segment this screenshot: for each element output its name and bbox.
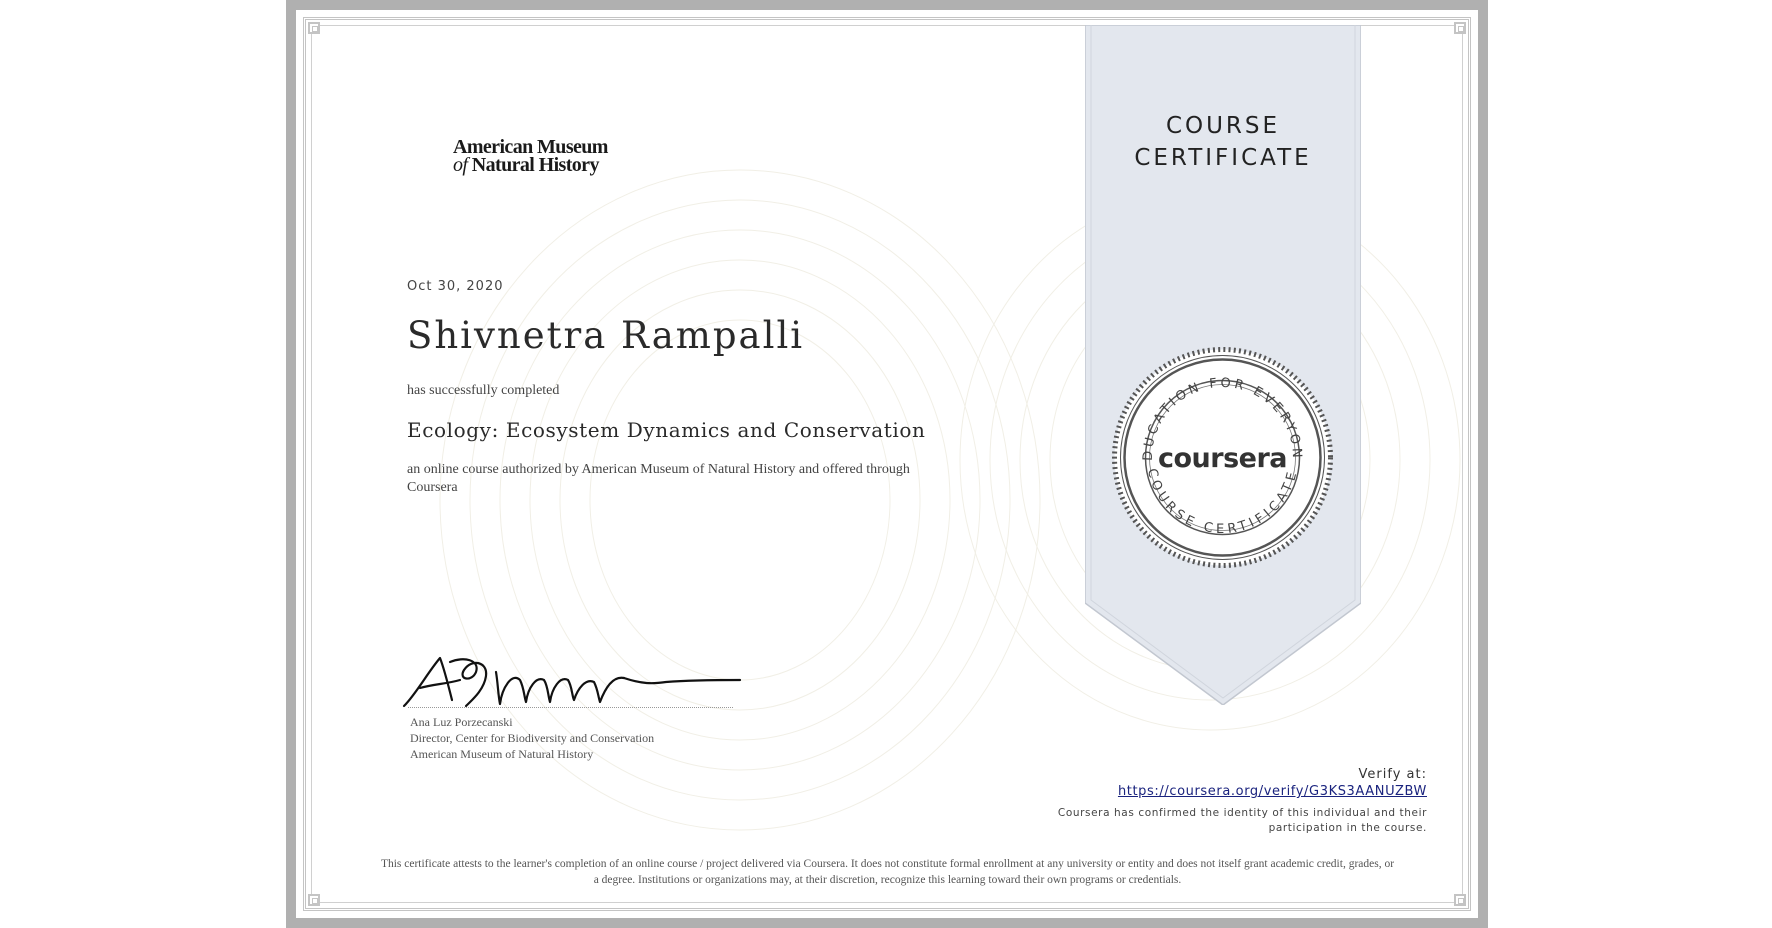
recipient-name: Shivnetra Rampalli [407, 314, 805, 357]
ribbon-title-line: CERTIFICATE [1134, 145, 1312, 171]
logo-line-2: Natural History [471, 154, 600, 176]
completed-text: has successfully completed [407, 383, 560, 398]
coursera-seal: EDUCATION FOR EVERYONE COURSE CERTIFICAT… [1110, 345, 1333, 568]
ribbon-title: COURSE CERTIFICATE [1085, 110, 1361, 174]
signature-line [408, 707, 733, 708]
verify-note-line: participation in the course. [1268, 822, 1427, 834]
ribbon-title-line: COURSE [1165, 113, 1281, 139]
signature-image [402, 656, 742, 708]
signer-block: Ana Luz Porzecanski Director, Center for… [410, 714, 654, 762]
disclaimer-line: a degree. Institutions or organizations … [593, 874, 1182, 886]
corner-ornament [1454, 894, 1466, 906]
certificate-disclaimer: This certificate attests to the learner'… [330, 856, 1445, 888]
corner-ornament [1454, 22, 1466, 34]
signer-name: Ana Luz Porzecanski [410, 715, 513, 729]
logo-of: of [453, 154, 468, 176]
seal-brand: coursera [1158, 443, 1287, 474]
signer-title: Director, Center for Biodiversity and Co… [410, 731, 655, 745]
verify-note: Coursera has confirmed the identity of t… [1007, 806, 1427, 836]
issuer-logo: American Museum of Natural History [453, 137, 653, 176]
verify-note-line: Coursera has confirmed the identity of t… [1057, 807, 1427, 819]
course-title: Ecology: Ecosystem Dynamics and Conserva… [407, 418, 926, 442]
disclaimer-line: This certificate attests to the learner'… [380, 858, 1395, 870]
authorized-text: an online course authorized by American … [407, 462, 910, 495]
corner-ornament [308, 894, 320, 906]
logo-line: of Natural History [453, 154, 653, 176]
verify-link[interactable]: https://coursera.org/verify/G3KS3AANUZBW [1118, 783, 1427, 801]
completion-date: Oct 30, 2020 [407, 279, 504, 294]
corner-ornament [308, 22, 320, 34]
signer-organization: American Museum of Natural History [410, 747, 594, 761]
verify-block: Verify at: https://coursera.org/verify/G… [1118, 767, 1427, 801]
verify-label: Verify at: [1358, 767, 1427, 782]
